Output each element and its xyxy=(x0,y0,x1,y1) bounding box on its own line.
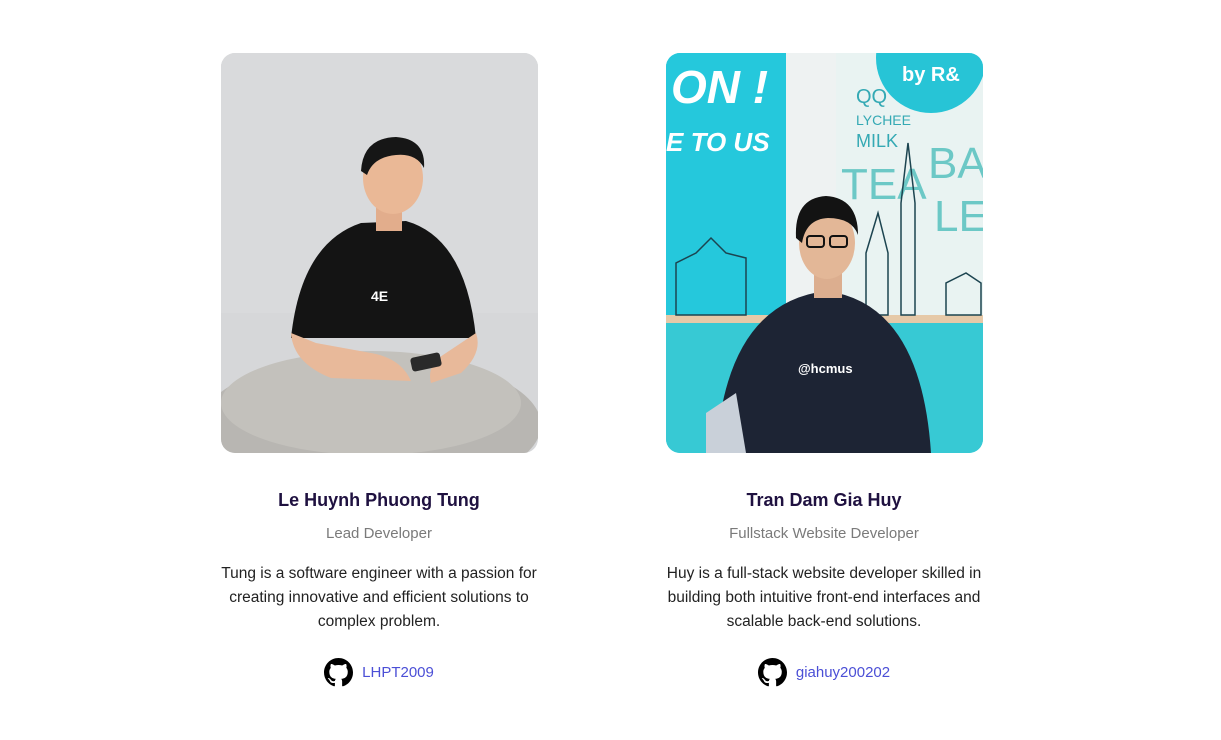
shirt-logo-text: @hcmus xyxy=(798,361,853,376)
mural-text-6: MILK xyxy=(856,131,898,151)
github-link-row[interactable]: giahuy200202 xyxy=(757,658,890,687)
github-icon xyxy=(757,658,787,687)
mural-text-1: ON ! xyxy=(671,61,768,113)
member-card-huy: ON ! E TO US by R& QQ LYCHEE MILK TEA BA… xyxy=(624,53,1024,692)
member-bio: Huy is a full-stack website developer sk… xyxy=(666,565,982,630)
shirt-logo-text: 4E xyxy=(371,288,388,304)
mural-text-8: BA xyxy=(928,139,983,188)
mural-text-5: LYCHEE xyxy=(856,112,911,128)
github-username-link[interactable]: LHPT2009 xyxy=(362,664,434,681)
mural-text-2: E TO US xyxy=(666,127,770,157)
mural-text-9: LE xyxy=(934,192,983,241)
member-photo-tung: 4E xyxy=(220,53,538,453)
member-bio: Tung is a software engineer with a passi… xyxy=(221,565,537,630)
member-card-tung: 4E Le Huynh Phuong Tung Lead Developer T… xyxy=(179,53,579,692)
team-section: 4E Le Huynh Phuong Tung Lead Developer T… xyxy=(0,0,1221,740)
mural-text-4: QQ xyxy=(856,86,887,108)
member-name: Tran Dam Gia Huy xyxy=(746,490,902,510)
github-icon xyxy=(324,658,354,687)
mural-text-3: by R& xyxy=(902,64,960,86)
member-photo-huy: ON ! E TO US by R& QQ LYCHEE MILK TEA BA… xyxy=(665,53,983,453)
member-name: Le Huynh Phuong Tung xyxy=(278,490,480,510)
member-role: Lead Developer xyxy=(326,525,432,542)
github-username-link[interactable]: giahuy200202 xyxy=(796,664,890,681)
member-role: Fullstack Website Developer xyxy=(729,525,919,542)
github-link-row[interactable]: LHPT2009 xyxy=(324,658,434,687)
